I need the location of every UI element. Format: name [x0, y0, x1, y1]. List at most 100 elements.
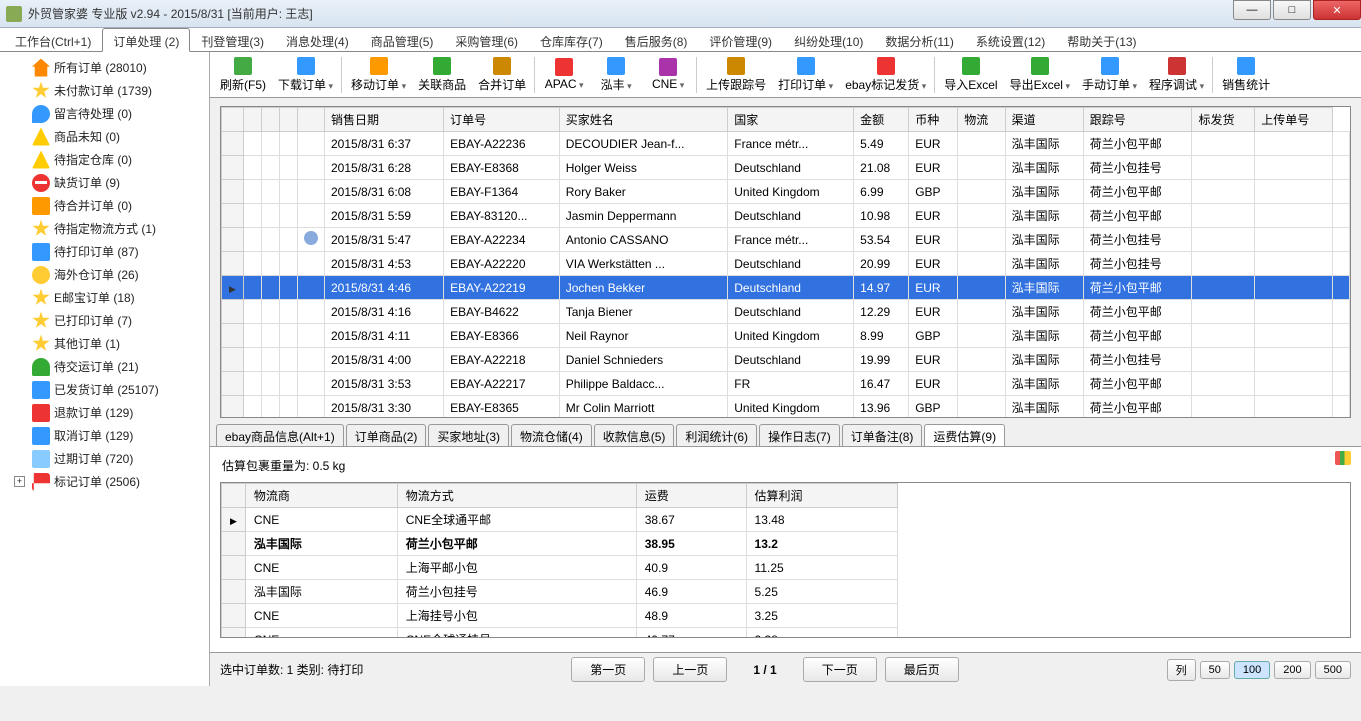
- toolbar-button[interactable]: 刷新(F5): [214, 54, 272, 96]
- pagesize-button[interactable]: 500: [1315, 661, 1351, 679]
- sidebar-item[interactable]: 取消订单 (129): [0, 424, 209, 447]
- sidebar-item[interactable]: 待打印订单 (87): [0, 240, 209, 263]
- list-label[interactable]: 列: [1167, 659, 1196, 681]
- order-row[interactable]: 2015/8/31 4:11EBAY-E8366Neil RaynorUnite…: [222, 324, 1350, 348]
- toolbar-button[interactable]: 关联商品: [412, 54, 472, 96]
- column-header[interactable]: 国家: [728, 108, 854, 132]
- main-tab[interactable]: 帮助关于(13): [1056, 28, 1147, 51]
- sidebar-item[interactable]: 缺货订单 (9): [0, 171, 209, 194]
- order-row[interactable]: 2015/8/31 5:47EBAY-A22234Antonio CASSANO…: [222, 228, 1350, 252]
- window-minimize-button[interactable]: —: [1233, 0, 1271, 20]
- window-close-button[interactable]: ✕: [1313, 0, 1361, 20]
- shipping-estimate-grid[interactable]: 物流商物流方式运费估算利润CNECNE全球通平邮38.6713.48泓丰国际荷兰…: [220, 482, 1351, 638]
- column-header[interactable]: 销售日期: [325, 108, 444, 132]
- column-header[interactable]: 物流方式: [397, 484, 636, 508]
- toolbar-button[interactable]: 合并订单: [472, 54, 532, 96]
- toolbar-button[interactable]: 下载订单: [272, 54, 339, 96]
- detail-tab[interactable]: 订单商品(2): [346, 424, 427, 446]
- shipping-row[interactable]: CNE上海挂号小包48.93.25: [222, 604, 898, 628]
- column-header[interactable]: 物流商: [245, 484, 397, 508]
- sidebar-item[interactable]: 待指定物流方式 (1): [0, 217, 209, 240]
- shipping-row[interactable]: 泓丰国际荷兰小包挂号46.95.25: [222, 580, 898, 604]
- order-row[interactable]: 2015/8/31 3:30EBAY-E8365Mr Colin Marriot…: [222, 396, 1350, 419]
- column-header[interactable]: 跟踪号: [1083, 108, 1192, 132]
- detail-tab[interactable]: ebay商品信息(Alt+1): [216, 424, 344, 446]
- prev-page-button[interactable]: 上一页: [653, 657, 727, 682]
- column-header[interactable]: 渠道: [1005, 108, 1083, 132]
- toolbar-button[interactable]: 打印订单: [772, 54, 839, 96]
- sidebar-item[interactable]: 其他订单 (1): [0, 332, 209, 355]
- order-row[interactable]: 2015/8/31 4:00EBAY-A22218Daniel Schniede…: [222, 348, 1350, 372]
- shipping-row[interactable]: CNE上海平邮小包40.911.25: [222, 556, 898, 580]
- first-page-button[interactable]: 第一页: [571, 657, 645, 682]
- pagesize-button[interactable]: 200: [1274, 661, 1310, 679]
- main-tab[interactable]: 数据分析(11): [874, 28, 964, 51]
- orders-grid[interactable]: 销售日期订单号买家姓名国家金额币种物流渠道跟踪号标发货上传单号2015/8/31…: [220, 106, 1351, 418]
- detail-tab[interactable]: 物流仓储(4): [511, 424, 592, 446]
- sidebar-item[interactable]: 已发货订单 (25107): [0, 378, 209, 401]
- detail-tab[interactable]: 订单备注(8): [842, 424, 923, 446]
- detail-tab[interactable]: 运费估算(9): [924, 424, 1005, 446]
- column-header[interactable]: 物流: [958, 108, 1005, 132]
- book-icon[interactable]: [1335, 451, 1351, 465]
- toolbar-button[interactable]: 导入Excel: [938, 54, 1003, 96]
- column-header[interactable]: 金额: [854, 108, 909, 132]
- order-row[interactable]: 2015/8/31 4:16EBAY-B4622Tanja BienerDeut…: [222, 300, 1350, 324]
- detail-tab[interactable]: 利润统计(6): [676, 424, 757, 446]
- main-tab[interactable]: 采购管理(6): [444, 28, 529, 51]
- column-header[interactable]: 订单号: [444, 108, 560, 132]
- sidebar-item[interactable]: 海外仓订单 (26): [0, 263, 209, 286]
- toolbar-button[interactable]: 手动订单: [1076, 54, 1143, 96]
- sidebar-item[interactable]: 待指定仓库 (0): [0, 148, 209, 171]
- detail-tab[interactable]: 操作日志(7): [759, 424, 840, 446]
- toolbar-button[interactable]: 移动订单: [345, 54, 412, 96]
- sidebar-item[interactable]: 退款订单 (129): [0, 401, 209, 424]
- shipping-row[interactable]: CNECNE全球通平邮38.6713.48: [222, 508, 898, 532]
- sidebar-item[interactable]: 留言待处理 (0): [0, 102, 209, 125]
- sidebar-item[interactable]: 已打印订单 (7): [0, 309, 209, 332]
- sidebar-item[interactable]: 所有订单 (28010): [0, 56, 209, 79]
- main-tab[interactable]: 纠纷处理(10): [783, 28, 874, 51]
- sidebar-item[interactable]: 过期订单 (720): [0, 447, 209, 470]
- next-page-button[interactable]: 下一页: [803, 657, 877, 682]
- main-tab[interactable]: 系统设置(12): [965, 28, 1056, 51]
- sidebar-item[interactable]: 未付款订单 (1739): [0, 79, 209, 102]
- toolbar-button[interactable]: ebay标记发货: [839, 54, 932, 96]
- pagesize-button[interactable]: 50: [1200, 661, 1230, 679]
- order-row[interactable]: 2015/8/31 5:59EBAY-83120...Jasmin Depper…: [222, 204, 1350, 228]
- window-maximize-button[interactable]: □: [1273, 0, 1311, 20]
- toolbar-button[interactable]: APAC: [538, 54, 590, 96]
- toolbar-button[interactable]: CNE: [642, 54, 694, 96]
- last-page-button[interactable]: 最后页: [885, 657, 959, 682]
- main-tab[interactable]: 刊登管理(3): [190, 28, 275, 51]
- order-row[interactable]: 2015/8/31 4:53EBAY-A22220VIA Werkstätten…: [222, 252, 1350, 276]
- main-tab[interactable]: 评价管理(9): [698, 28, 783, 51]
- column-header[interactable]: 币种: [909, 108, 958, 132]
- main-tab[interactable]: 仓库库存(7): [529, 28, 614, 51]
- tree-expand-icon[interactable]: +: [14, 476, 25, 487]
- order-row[interactable]: 2015/8/31 3:53EBAY-A22217Philippe Baldac…: [222, 372, 1350, 396]
- column-header[interactable]: 估算利润: [746, 484, 898, 508]
- column-header[interactable]: 买家姓名: [559, 108, 728, 132]
- column-header[interactable]: 上传单号: [1255, 108, 1333, 132]
- main-tab[interactable]: 订单处理 (2): [102, 28, 190, 52]
- main-tab[interactable]: 消息处理(4): [275, 28, 360, 51]
- toolbar-button[interactable]: 导出Excel: [1004, 54, 1076, 96]
- sidebar-item[interactable]: E邮宝订单 (18): [0, 286, 209, 309]
- order-row[interactable]: 2015/8/31 6:08EBAY-F1364Rory BakerUnited…: [222, 180, 1350, 204]
- shipping-row[interactable]: CNECNE全球通挂号49.772.38: [222, 628, 898, 639]
- column-header[interactable]: 运费: [636, 484, 746, 508]
- toolbar-button[interactable]: 上传跟踪号: [700, 54, 772, 96]
- column-header[interactable]: 标发货: [1192, 108, 1255, 132]
- detail-tab[interactable]: 买家地址(3): [428, 424, 509, 446]
- main-tab[interactable]: 商品管理(5): [360, 28, 445, 51]
- order-row[interactable]: 2015/8/31 6:28EBAY-E8368Holger WeissDeut…: [222, 156, 1350, 180]
- sidebar-item[interactable]: 商品未知 (0): [0, 125, 209, 148]
- shipping-row[interactable]: 泓丰国际荷兰小包平邮38.9513.2: [222, 532, 898, 556]
- order-row[interactable]: 2015/8/31 6:37EBAY-A22236DECOUDIER Jean-…: [222, 132, 1350, 156]
- sidebar-item[interactable]: +标记订单 (2506): [0, 470, 209, 493]
- toolbar-button[interactable]: 销售统计: [1216, 54, 1276, 96]
- sidebar-item[interactable]: 待合并订单 (0): [0, 194, 209, 217]
- detail-tab[interactable]: 收款信息(5): [594, 424, 675, 446]
- sidebar-item[interactable]: 待交运订单 (21): [0, 355, 209, 378]
